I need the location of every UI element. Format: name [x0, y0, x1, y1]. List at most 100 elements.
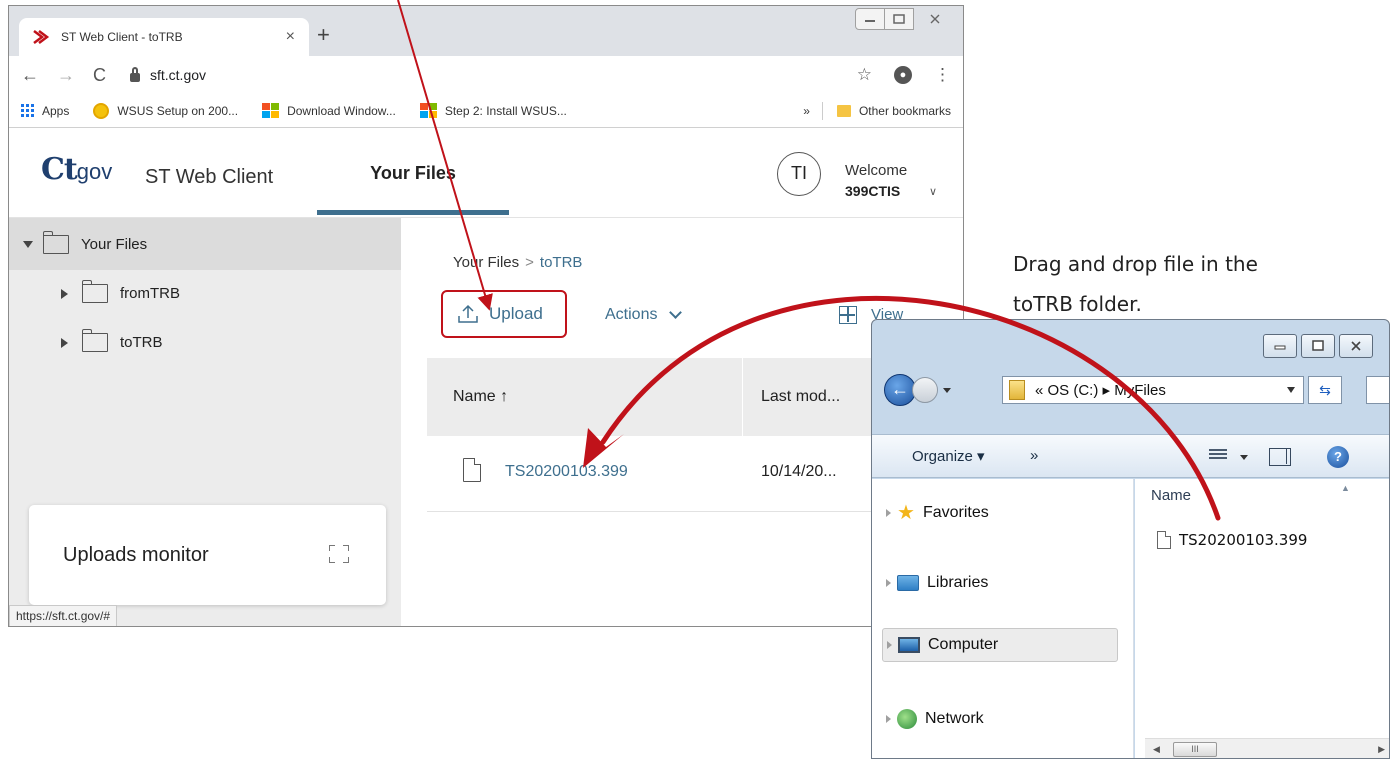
upload-label: Upload: [489, 304, 543, 323]
new-tab-button[interactable]: +: [317, 24, 330, 46]
bookmark-install-wsus[interactable]: Step 2: Install WSUS...: [419, 103, 567, 118]
explorer-address-bar[interactable]: « OS (C:) ▸ MyFiles: [1002, 376, 1304, 404]
menu-kebab-icon[interactable]: ⋮: [934, 65, 951, 85]
bookmark-wsus-setup[interactable]: WSUS Setup on 200...: [93, 102, 238, 119]
nav-favorites[interactable]: ★ Favorites: [886, 503, 989, 523]
bookmark-download-windows[interactable]: Download Window...: [262, 103, 396, 118]
tree-item-fromtrb[interactable]: fromTRB: [61, 280, 180, 303]
scroll-right-icon[interactable]: ▶: [1378, 744, 1385, 755]
close-window-button[interactable]: [913, 8, 957, 30]
actions-label: Actions: [605, 306, 658, 323]
expand-caret-icon[interactable]: [886, 509, 891, 517]
scroll-left-icon[interactable]: ◀: [1153, 744, 1160, 755]
tree-label: toTRB: [120, 334, 163, 351]
more-commands-icon[interactable]: »: [1030, 447, 1038, 464]
nav-network[interactable]: Network: [886, 709, 984, 729]
folder-icon: [82, 329, 108, 352]
minimize-icon: [1274, 345, 1286, 350]
column-header-name[interactable]: Name ↑: [453, 388, 508, 406]
back-arrow-icon[interactable]: ←: [21, 66, 39, 84]
bookmarks-bar: Apps WSUS Setup on 200... Download Windo…: [9, 94, 963, 128]
welcome-text: Welcome: [845, 162, 908, 179]
search-input[interactable]: [1366, 376, 1389, 404]
chevron-down-icon[interactable]: ∨: [929, 185, 937, 198]
nav-label: Favorites: [922, 504, 989, 521]
file-name-link[interactable]: TS20200103.399: [505, 463, 628, 481]
chevron-down-icon: [669, 306, 683, 319]
bookmark-apps[interactable]: Apps: [21, 104, 69, 118]
sort-ascending-icon: ↑: [500, 388, 509, 405]
uploads-monitor-title: Uploads monitor: [63, 544, 209, 566]
tree-item-totrb[interactable]: toTRB: [61, 329, 163, 352]
app-header: Ctgov ST Web Client Your Files TI Welcom…: [9, 128, 963, 218]
more-bookmarks-icon[interactable]: »: [803, 104, 810, 118]
star-icon: ★: [897, 502, 915, 524]
grid-view-icon[interactable]: [839, 306, 857, 324]
network-icon: [897, 709, 917, 729]
organize-menu[interactable]: Organize ▾: [912, 447, 985, 465]
computer-icon: [898, 637, 920, 653]
scrollbar-thumb[interactable]: III: [1173, 742, 1217, 757]
refresh-icon[interactable]: ⇆: [1308, 376, 1342, 404]
nav-label: Libraries: [927, 574, 989, 591]
column-divider[interactable]: [742, 358, 743, 436]
tab-your-files[interactable]: Your Files: [317, 128, 509, 218]
lock-icon: [130, 66, 140, 82]
collapse-caret-icon[interactable]: [61, 337, 68, 348]
explorer-file-item[interactable]: TS20200103.399: [1157, 531, 1307, 549]
column-header-last-modified[interactable]: Last mod...: [761, 388, 840, 406]
help-icon[interactable]: ?: [1327, 446, 1349, 468]
address-bar[interactable]: sft.ct.gov: [130, 66, 857, 83]
minimize-button[interactable]: [855, 8, 885, 30]
upload-button[interactable]: Upload: [441, 290, 567, 338]
profile-icon[interactable]: ●: [894, 66, 912, 84]
username[interactable]: 399CTIS: [845, 183, 900, 199]
bookmark-label: Apps: [42, 103, 70, 118]
nav-computer[interactable]: Computer: [882, 628, 1118, 662]
maximize-icon: [1312, 340, 1324, 351]
user-avatar[interactable]: TI: [777, 152, 821, 196]
expand-caret-icon[interactable]: [886, 715, 891, 723]
history-dropdown-icon[interactable]: [943, 387, 951, 393]
actions-dropdown[interactable]: Actions: [605, 306, 683, 324]
maximize-button[interactable]: [884, 8, 914, 30]
horizontal-scrollbar[interactable]: ◀ III ▶: [1145, 738, 1389, 758]
address-dropdown-icon[interactable]: [1287, 387, 1295, 393]
expand-caret-icon[interactable]: [886, 579, 891, 587]
file-icon: [1157, 531, 1171, 549]
forward-arrow-icon[interactable]: →: [57, 66, 75, 84]
preview-pane-icon[interactable]: [1269, 448, 1291, 466]
breadcrumb-current[interactable]: toTRB: [540, 254, 583, 271]
nav-libraries[interactable]: Libraries: [886, 574, 988, 592]
explorer-nav-buttons: ←: [884, 374, 951, 406]
close-tab-icon[interactable]: ×: [286, 28, 295, 46]
column-header-name[interactable]: Name: [1151, 487, 1191, 504]
wsus-icon: [93, 102, 110, 119]
view-dropdown-icon[interactable]: [1240, 455, 1248, 460]
change-view-icon[interactable]: [1209, 449, 1227, 463]
browser-tab[interactable]: ST Web Client - toTRB ×: [19, 18, 309, 56]
bookmark-star-icon[interactable]: ☆: [857, 65, 872, 85]
upload-icon: [458, 304, 478, 323]
folder-icon: [836, 104, 851, 117]
expand-caret-icon[interactable]: [23, 240, 33, 248]
logo-text: Ct: [41, 152, 78, 187]
expand-caret-icon[interactable]: [887, 641, 892, 649]
ct-gov-logo[interactable]: Ctgov: [41, 152, 112, 187]
explorer-forward-arrow-icon[interactable]: [912, 377, 938, 403]
logo-suffix: gov: [76, 159, 113, 184]
explorer-close-button[interactable]: [1339, 334, 1373, 358]
explorer-minimize-button[interactable]: [1263, 334, 1297, 358]
bookmark-label: Step 2: Install WSUS...: [444, 103, 567, 118]
expand-icon[interactable]: [329, 545, 349, 563]
explorer-command-bar: Organize ▾ » ?: [872, 434, 1389, 478]
tree-item-your-files[interactable]: Your Files: [9, 218, 401, 270]
app-name: ST Web Client: [145, 166, 274, 188]
other-bookmarks[interactable]: Other bookmarks: [859, 104, 951, 118]
sort-indicator-icon: ▲: [1341, 483, 1350, 493]
explorer-maximize-button[interactable]: [1301, 334, 1335, 358]
reload-icon[interactable]: C: [93, 66, 106, 84]
breadcrumb-root[interactable]: Your Files: [453, 254, 519, 271]
collapse-caret-icon[interactable]: [61, 288, 68, 299]
explorer-navigation-pane: ★ Favorites Libraries Computer Network: [872, 479, 1134, 758]
